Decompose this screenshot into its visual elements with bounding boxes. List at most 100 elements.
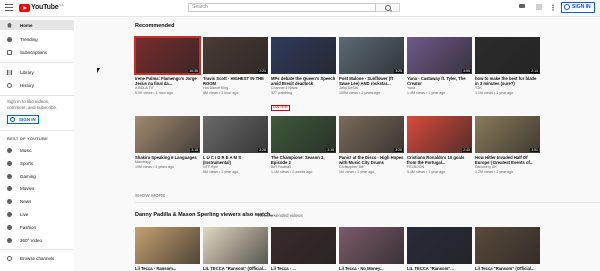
video-title[interactable]: The Champione: Season 3, Episode 2	[271, 155, 336, 165]
user-icon	[564, 4, 570, 10]
video-title[interactable]: Irene Palma: Flamengo's Jorge Jesus na f…	[135, 76, 200, 86]
video-thumbnail[interactable]: 3:55	[407, 37, 472, 74]
sidebar-item-sports[interactable]: Sports	[0, 158, 74, 168]
sidebar-item-fashion[interactable]: Fashion	[0, 222, 74, 232]
sidebar-sign-in-button[interactable]: SIGN IN	[7, 115, 39, 124]
sidebar-item-360-video[interactable]: 360° Video	[0, 235, 74, 245]
video-title[interactable]: Lil Tecca "Ransom" (Official...	[475, 266, 540, 271]
video-card[interactable]: 3:55 Yuna - Castaway ft. Tyler, The Creat…	[407, 37, 472, 95]
video-card[interactable]: Lil Tecca - No Money...	[339, 227, 404, 271]
youtube-logo[interactable]: YouTube CA	[19, 3, 64, 12]
video-title[interactable]: LIL TECCA "Ransom"...	[407, 266, 472, 271]
video-card[interactable]: LIL TECCA "Ransom" (Official...	[203, 227, 268, 271]
video-meta: 377 watching	[271, 90, 293, 95]
video-thumbnail[interactable]	[475, 227, 540, 264]
video-title[interactable]: Post Malone - Sunflower (ft Swae Lee) AN…	[339, 76, 404, 86]
hamburger-menu-icon[interactable]	[5, 4, 13, 11]
video-meta: 8M views • 1 hour ago	[203, 90, 239, 95]
video-card[interactable]: MPs debate the Queen's Speech amid Brexi…	[271, 37, 336, 113]
video-duration: 2:40	[462, 148, 471, 152]
show-more-button[interactable]: SHOW MORE	[135, 193, 166, 198]
video-card[interactable]: 2:13 how to make the best fur blade in 3 …	[475, 37, 540, 95]
sidebar-divider	[0, 130, 74, 131]
user-icon	[10, 117, 15, 122]
also-watch-subtitle: Recommended videos	[258, 213, 303, 218]
video-card[interactable]: 2:23 Travis Scott - HIGHEST IN THE ROOM Ho…	[203, 37, 268, 95]
video-title[interactable]: Yuna - Castaway ft. Tyler, The Creator	[407, 76, 472, 86]
video-title[interactable]: MPs debate the Queen's Speech amid Brexi…	[271, 76, 336, 86]
video-title[interactable]: Cristiano Ronaldo's 10 goals from the Po…	[407, 155, 472, 165]
video-meta: 1.4M views • 1 year ago	[407, 90, 446, 95]
sidebar-item-browse-channels[interactable]: Browse channels	[0, 253, 74, 263]
search-input[interactable]: Search	[188, 3, 376, 12]
video-thumbnail[interactable]: 3:15	[135, 116, 200, 153]
video-card[interactable]: 2:40 Cristiano Ronaldo's 10 goals from th…	[407, 116, 472, 174]
video-meta: 6M views • 1 year ago	[203, 169, 239, 174]
sign-in-button[interactable]: SIGN IN	[561, 2, 595, 13]
sidebar-item-subscriptions[interactable]: Subscriptions	[0, 47, 74, 57]
sidebar-item-label: Library	[20, 69, 34, 75]
video-card[interactable]: 3:25 Panic! at the Disco - High Hopes wit…	[339, 116, 404, 174]
video-duration: 3:25	[394, 69, 403, 73]
video-card[interactable]: 3:25 Post Malone - Sunflower (ft Swae Lee…	[339, 37, 404, 95]
video-card[interactable]: 3:51 How Hitler Invaded Half Of Europe | …	[475, 116, 540, 174]
360-video-channel-icon	[7, 237, 12, 243]
sidebar-item-label: Trending	[20, 36, 38, 42]
search-icon	[385, 5, 391, 11]
video-title[interactable]: Travis Scott - HIGHEST IN THE ROOM	[203, 76, 268, 86]
video-card[interactable]: LIL TECCA "Ransom"...	[407, 227, 472, 271]
youtube-play-icon	[19, 3, 30, 12]
video-title[interactable]: LIL TECCA "Ransom" (Official...	[203, 266, 268, 271]
video-card[interactable]: 16:35 Irene Palma: Flamengo's Jorge Jesus…	[134, 36, 201, 95]
video-thumbnail[interactable]: 16:35	[134, 36, 201, 75]
sidebar-item-library[interactable]: Library	[0, 67, 74, 77]
video-title[interactable]: L U C I D R E A M S (Instrumental)	[203, 155, 268, 165]
video-thumbnail[interactable]	[407, 227, 472, 264]
video-card[interactable]: 2:28 L U C I D R E A M S (Instrumental) NT…	[203, 116, 268, 174]
settings-more-icon[interactable]	[552, 4, 554, 11]
video-thumbnail[interactable]: 2:23	[203, 37, 268, 74]
video-title[interactable]: Lil Tecca - ...	[271, 266, 336, 271]
video-card[interactable]: Lil Tecca - Ransom...	[135, 227, 200, 271]
sidebar-item-live[interactable]: Live	[0, 209, 74, 219]
video-thumbnail[interactable]: 2:40	[407, 116, 472, 153]
sidebar-item-home[interactable]: Home	[0, 20, 74, 30]
video-thumbnail[interactable]	[339, 227, 404, 264]
video-thumbnail[interactable]: 3:25	[339, 116, 404, 153]
video-title[interactable]: Lil Tecca - Ransom...	[135, 266, 200, 271]
create-video-icon[interactable]	[519, 4, 525, 8]
video-title[interactable]: Lil Tecca - No Money...	[339, 266, 404, 271]
sidebar-item-label: History	[20, 82, 35, 88]
video-thumbnail[interactable]	[271, 37, 336, 74]
apps-grid-icon[interactable]	[536, 4, 542, 10]
video-thumbnail[interactable]: 3:25	[339, 37, 404, 74]
sidebar-item-news[interactable]: News	[0, 196, 74, 206]
video-card[interactable]: Lil Tecca "Ransom" (Official...	[475, 227, 540, 271]
video-duration: 3:51	[530, 148, 539, 152]
video-thumbnail[interactable]	[203, 227, 268, 264]
search-button[interactable]	[376, 3, 400, 12]
sidebar-item-trending[interactable]: Trending	[0, 34, 74, 44]
video-thumbnail[interactable]: 3:35	[271, 116, 336, 153]
video-duration: 3:35	[326, 148, 335, 152]
best-of-youtube-heading: BEST OF YOUTUBE	[7, 136, 48, 141]
sidebar-item-music[interactable]: Music	[0, 145, 74, 155]
sidebar-item-gaming[interactable]: Gaming	[0, 171, 74, 181]
video-thumbnail[interactable]: 2:13	[475, 37, 540, 74]
video-title[interactable]: How Hitler Invaded Half Of Europe | Grea…	[475, 155, 540, 165]
top-bar: YouTube CA Search SIGN IN	[0, 0, 600, 17]
video-card[interactable]: Lil Tecca - ...	[271, 227, 336, 271]
video-card[interactable]: 3:35 The Champione: Season 3, Episode 2 B/…	[271, 116, 336, 174]
video-card[interactable]: 3:15 Shakira Speaking 6 Languages Mandrayy…	[135, 116, 200, 169]
video-thumbnail[interactable]	[271, 227, 336, 264]
video-meta: 1M views • 1 year ago	[339, 169, 375, 174]
add-circle-icon	[7, 255, 12, 261]
video-thumbnail[interactable]	[135, 227, 200, 264]
video-thumbnail[interactable]: 2:28	[203, 116, 268, 153]
sidebar-item-movies[interactable]: Movies	[0, 183, 74, 193]
video-thumbnail[interactable]: 3:51	[475, 116, 540, 153]
video-title[interactable]: Panic! at the Disco - High Hopes with Mu…	[339, 155, 404, 165]
sidebar-item-history[interactable]: History	[0, 80, 74, 90]
video-title[interactable]: how to make the best fur blade in 3 minu…	[475, 76, 540, 86]
video-duration: 2:23	[258, 69, 267, 73]
